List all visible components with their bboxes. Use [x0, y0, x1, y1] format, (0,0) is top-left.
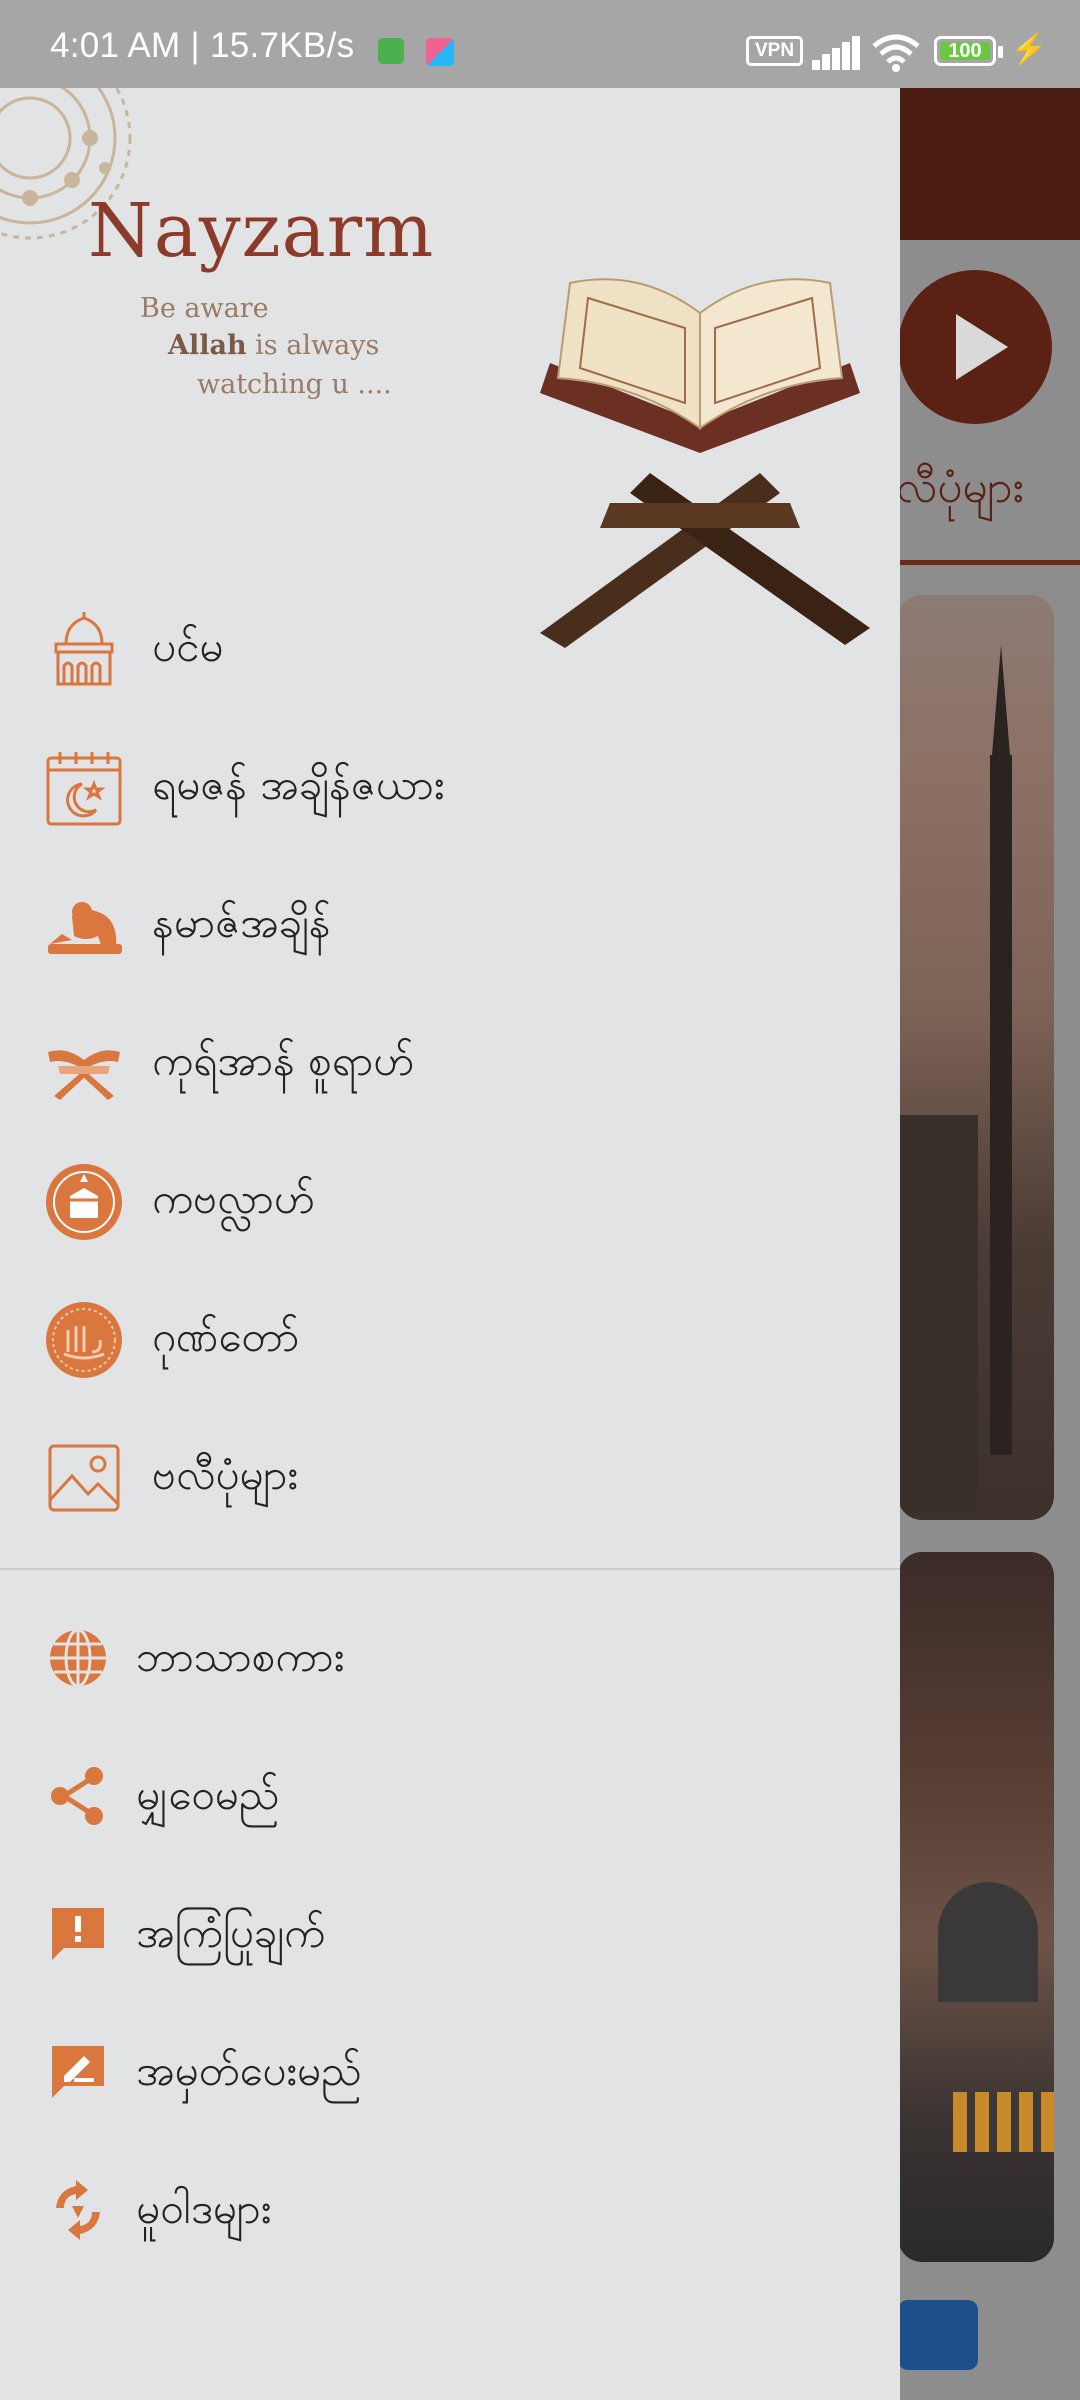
menu-item-quran-surah[interactable]: ကုရ်အာန် စူရာဟ်	[0, 1002, 900, 1122]
tagline-line-3: watching u ....	[197, 369, 392, 400]
menu-item-label: ကုရ်အာန် စူရာဟ်	[152, 1036, 415, 1085]
status-bar: 4:01 AM | 15.7KB/s VPN 100 ⚡	[0, 0, 1080, 88]
menu-divider	[0, 1568, 900, 1570]
prayer-person-icon	[48, 902, 122, 954]
battery-cap	[998, 46, 1003, 58]
android-notification-icon	[378, 38, 404, 64]
menu-item-label: မျှဝေမည်	[136, 1770, 280, 1819]
tagline-line-2-rest: is always	[246, 330, 380, 361]
menu-item-rate[interactable]: အမှတ်ပေးမည်	[0, 2012, 900, 2132]
background-divider	[898, 560, 1080, 565]
mosque-photo-card[interactable]	[898, 595, 1054, 1520]
ramadan-calendar-icon	[46, 752, 122, 826]
brand-title: Nayzarm	[88, 188, 435, 274]
status-time-speed: 4:01 AM | 15.7KB/s	[50, 26, 355, 65]
menu-item-label: ကဗလ္လာဟ်	[152, 1174, 315, 1223]
globe-icon	[50, 1628, 106, 1688]
navigation-drawer: Nayzarm Be aware Allah is always watchin…	[0, 88, 900, 2400]
menu-item-label: အမှတ်ပေးမည်	[136, 2046, 362, 2095]
menu-item-label: နမာဇ်အချိန်	[152, 898, 331, 947]
battery-level: 100	[948, 40, 982, 62]
wifi-icon	[872, 34, 920, 72]
play-button[interactable]	[898, 270, 1052, 424]
menu-item-label: ဂုဏ်တော်	[152, 1312, 300, 1361]
menu-item-label: အကြံပြုချက်	[136, 1908, 326, 1957]
menu-item-ramadan-schedule[interactable]: ရမဇန် အချိန်ဇယား	[0, 726, 900, 846]
menu-item-feedback[interactable]: အကြံပြုချက်	[0, 1874, 900, 1994]
menu-item-label: ပင်မ	[152, 622, 224, 671]
tagline-line-1: Be aware	[140, 293, 269, 324]
app-notification-icon	[426, 38, 454, 66]
allah-calligraphy-icon	[46, 1302, 122, 1378]
mosque-photo-card[interactable]	[898, 1552, 1054, 2262]
background-bottom-button[interactable]	[898, 2300, 978, 2370]
menu-item-language[interactable]: ဘာသာစကား	[0, 1598, 900, 1718]
charging-icon: ⚡	[1010, 33, 1048, 66]
vpn-icon: VPN	[746, 36, 804, 66]
menu-item-label: ဗလီပုံများ	[152, 1450, 298, 1499]
battery-icon: 100	[934, 36, 996, 66]
tagline-allah: Allah	[168, 330, 247, 361]
menu-item-label: ဘာသာစကား	[136, 1632, 345, 1681]
kaaba-compass-icon	[46, 1164, 122, 1240]
menu-item-label: မူဝါဒများ	[136, 2184, 272, 2233]
image-icon	[48, 1444, 120, 1512]
tagline-line-2: Allah is always	[168, 330, 379, 361]
menu-item-share[interactable]: မျှဝေမည်	[0, 1736, 900, 1856]
menu-item-policies[interactable]: မူဝါဒများ	[0, 2150, 900, 2270]
menu-item-prayer-times[interactable]: နမာဇ်အချိန်	[0, 864, 900, 984]
menu-item-home[interactable]: ပင်မ	[0, 588, 900, 708]
background-section-label: လီပုံများ	[896, 462, 1024, 513]
open-quran-icon	[48, 1050, 120, 1100]
menu-item-mosque-images[interactable]: ဗလီပုံများ	[0, 1416, 900, 1536]
policy-refresh-icon	[56, 2180, 100, 2240]
signal-icon	[812, 36, 860, 70]
menu-item-label: ရမဇန် အချိန်ဇယား	[152, 760, 445, 809]
share-icon	[51, 1767, 103, 1825]
mosque-icon	[54, 612, 114, 686]
rate-icon	[52, 2046, 104, 2098]
menu-item-names-of-allah[interactable]: ဂုဏ်တော်	[0, 1278, 900, 1398]
menu-item-qibla[interactable]: ကဗလ္လာဟ်	[0, 1140, 900, 1260]
feedback-icon	[52, 1908, 104, 1960]
